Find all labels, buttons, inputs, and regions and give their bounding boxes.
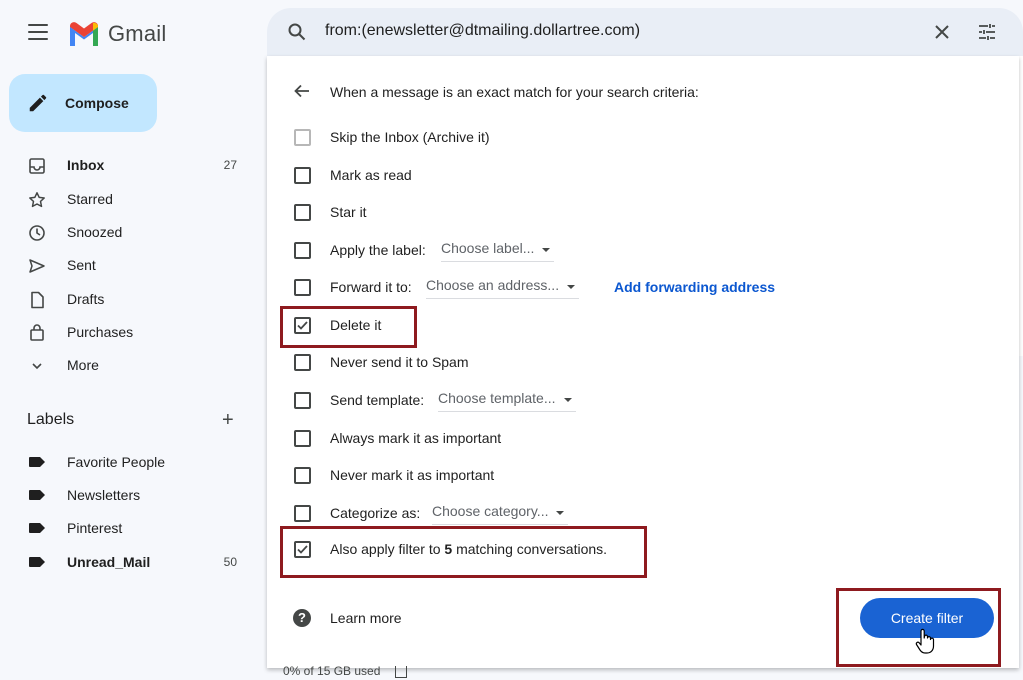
nav-label-sent: Sent	[67, 257, 96, 273]
search-bar	[267, 8, 1023, 56]
filter-option-never-spam: Never send it to Spam	[267, 347, 1007, 377]
shopping-bag-icon	[30, 324, 44, 341]
label-tag-icon	[29, 457, 45, 467]
unread-mail-count: 50	[223, 555, 237, 569]
label-name: Unread_Mail	[67, 554, 151, 570]
inbox-count: 27	[223, 158, 237, 172]
main-menu-icon[interactable]	[28, 24, 48, 40]
draft-icon	[31, 291, 44, 309]
filter-option-never-important: Never mark it as important	[267, 460, 1007, 490]
categorize-checkbox[interactable]	[294, 505, 311, 522]
pencil-icon	[29, 94, 47, 112]
star-it-label: Star it	[330, 204, 367, 220]
nav-item-inbox[interactable]: Inbox 27	[0, 149, 250, 181]
compose-label: Compose	[65, 95, 129, 111]
never-important-label: Never mark it as important	[330, 467, 495, 483]
label-item-pinterest[interactable]: Pinterest	[0, 512, 250, 544]
nav-item-drafts[interactable]: Drafts	[0, 283, 250, 315]
skip-inbox-label: Skip the Inbox (Archive it)	[330, 129, 490, 145]
filter-option-mark-read: Mark as read	[267, 160, 1007, 190]
label-tag-icon	[29, 490, 45, 500]
apply-label-checkbox[interactable]	[294, 242, 311, 259]
nav-label-starred: Starred	[67, 191, 113, 207]
nav-label-more: More	[67, 357, 99, 373]
gmail-logo[interactable]: Gmail	[68, 21, 166, 47]
search-input[interactable]	[325, 22, 885, 40]
filter-options-icon[interactable]	[977, 22, 997, 42]
send-icon	[29, 259, 45, 273]
gmail-wordmark: Gmail	[108, 21, 167, 46]
star-it-checkbox[interactable]	[294, 204, 311, 221]
send-template-label: Send template:	[330, 392, 425, 408]
choose-category-dropdown[interactable]: Choose category...	[432, 503, 569, 525]
filter-panel-title: When a message is an exact match for you…	[330, 84, 699, 100]
nav-item-more[interactable]: More	[0, 349, 250, 381]
never-spam-checkbox[interactable]	[294, 354, 311, 371]
never-important-checkbox[interactable]	[294, 467, 311, 484]
skip-inbox-checkbox[interactable]	[294, 129, 311, 146]
label-item-favorite-people[interactable]: Favorite People	[0, 446, 250, 478]
filter-option-skip-inbox: Skip the Inbox (Archive it)	[267, 122, 1007, 152]
nav-item-snoozed[interactable]: Snoozed	[0, 216, 250, 248]
filter-option-send-template: Send template: Choose template...	[267, 385, 1007, 415]
nav-label-drafts: Drafts	[67, 291, 105, 307]
choose-address-dropdown[interactable]: Choose an address...	[426, 277, 580, 299]
label-tag-icon	[29, 557, 45, 567]
label-name: Newsletters	[67, 487, 141, 503]
add-forwarding-address-link[interactable]: Add forwarding address	[614, 279, 775, 295]
label-name: Pinterest	[67, 520, 123, 536]
label-name: Favorite People	[67, 454, 166, 470]
learn-more-link[interactable]: Learn more	[330, 610, 402, 626]
filter-option-forward: Forward it to: Choose an address... Add …	[267, 272, 1007, 302]
back-arrow-icon[interactable]	[293, 82, 311, 100]
gmail-m-icon	[70, 22, 98, 46]
send-template-checkbox[interactable]	[294, 392, 311, 409]
nav-label-snoozed: Snoozed	[67, 224, 123, 240]
highlight-delete-it	[280, 306, 417, 348]
search-icon[interactable]	[287, 22, 307, 42]
forward-checkbox[interactable]	[294, 279, 311, 296]
nav-item-purchases[interactable]: Purchases	[0, 316, 250, 348]
inbox-list-edge	[1019, 56, 1023, 356]
labels-heading: Labels	[27, 411, 75, 428]
nav-label-purchases: Purchases	[67, 324, 134, 340]
mark-read-checkbox[interactable]	[294, 167, 311, 184]
always-important-label: Always mark it as important	[330, 430, 502, 446]
add-label-button[interactable]: +	[222, 410, 234, 430]
nav-item-sent[interactable]: Sent	[0, 249, 250, 281]
choose-label-dropdown[interactable]: Choose label...	[441, 240, 555, 262]
always-important-checkbox[interactable]	[294, 430, 311, 447]
open-external-icon[interactable]	[395, 666, 407, 678]
mark-read-label: Mark as read	[330, 167, 412, 183]
never-spam-label: Never send it to Spam	[330, 354, 469, 370]
compose-button[interactable]: Compose	[9, 74, 157, 132]
nav-label-inbox: Inbox	[67, 157, 105, 173]
categorize-label: Categorize as:	[330, 505, 421, 521]
highlight-apply-existing	[280, 526, 647, 578]
storage-usage: 0% of 15 GB used	[283, 664, 381, 678]
star-icon	[29, 192, 45, 208]
filter-option-star: Star it	[267, 197, 1007, 227]
inbox-icon	[29, 158, 45, 174]
help-icon[interactable]: ?	[293, 609, 311, 627]
apply-label-label: Apply the label:	[330, 242, 426, 258]
forward-label: Forward it to:	[330, 279, 412, 295]
filter-option-categorize: Categorize as: Choose category...	[267, 498, 1007, 528]
label-item-newsletters[interactable]: Newsletters	[0, 479, 250, 511]
nav-item-starred[interactable]: Starred	[0, 183, 250, 215]
highlight-create-filter	[836, 588, 1001, 667]
filter-option-always-important: Always mark it as important	[267, 423, 1007, 453]
close-icon[interactable]	[932, 22, 952, 42]
label-tag-icon	[29, 523, 45, 533]
chevron-down-icon	[32, 363, 42, 370]
label-item-unread-mail[interactable]: Unread_Mail 50	[0, 546, 250, 578]
clock-icon	[29, 225, 45, 241]
filter-option-apply-label: Apply the label: Choose label...	[267, 235, 1007, 265]
choose-template-dropdown[interactable]: Choose template...	[438, 390, 576, 412]
